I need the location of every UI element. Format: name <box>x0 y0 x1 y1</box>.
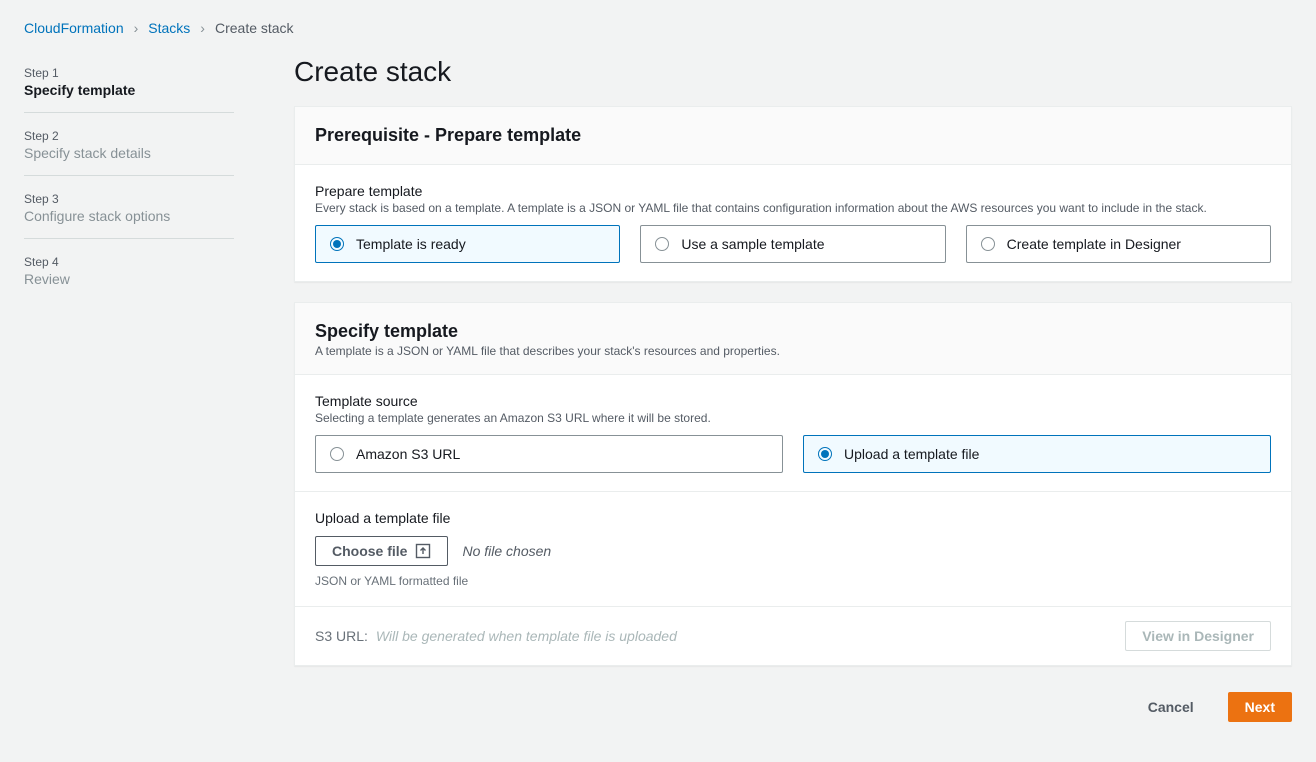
upload-label: Upload a template file <box>315 510 1271 526</box>
s3-url-label: S3 URL: <box>315 628 368 644</box>
file-format-hint: JSON or YAML formatted file <box>315 574 1271 588</box>
breadcrumb-current: Create stack <box>215 20 294 36</box>
breadcrumb-cloudformation[interactable]: CloudFormation <box>24 20 124 36</box>
tile-template-ready[interactable]: Template is ready <box>315 225 620 263</box>
tile-designer[interactable]: Create template in Designer <box>966 225 1271 263</box>
specify-sub: A template is a JSON or YAML file that d… <box>315 344 1271 358</box>
wizard-nav: Step 1 Specify template Step 2 Specify s… <box>24 56 234 742</box>
upload-icon <box>415 543 431 559</box>
specify-heading: Specify template <box>315 321 1271 342</box>
panel-specify-template: Specify template A template is a JSON or… <box>294 302 1292 666</box>
choose-file-label: Choose file <box>332 543 407 559</box>
next-button[interactable]: Next <box>1228 692 1292 722</box>
wizard-step-title: Review <box>24 271 234 287</box>
no-file-chosen: No file chosen <box>462 543 551 559</box>
tile-upload-file[interactable]: Upload a template file <box>803 435 1271 473</box>
page-actions: Cancel Next <box>294 686 1292 742</box>
s3-url-value: Will be generated when template file is … <box>376 628 677 644</box>
wizard-step-num: Step 1 <box>24 66 234 80</box>
wizard-step-title: Configure stack options <box>24 208 234 224</box>
prepare-template-desc: Every stack is based on a template. A te… <box>315 201 1271 215</box>
wizard-step-num: Step 3 <box>24 192 234 206</box>
wizard-step-num: Step 2 <box>24 129 234 143</box>
s3-url-row: S3 URL: Will be generated when template … <box>315 628 677 644</box>
template-source-desc: Selecting a template generates an Amazon… <box>315 411 1271 425</box>
radio-icon <box>981 237 995 251</box>
wizard-step-4[interactable]: Step 4 Review <box>24 249 234 301</box>
tile-sample-template[interactable]: Use a sample template <box>640 225 945 263</box>
wizard-step-1[interactable]: Step 1 Specify template <box>24 60 234 113</box>
choose-file-button[interactable]: Choose file <box>315 536 448 566</box>
prepare-template-label: Prepare template <box>315 183 1271 199</box>
wizard-step-2[interactable]: Step 2 Specify stack details <box>24 123 234 176</box>
tile-label: Use a sample template <box>681 236 824 252</box>
radio-icon <box>818 447 832 461</box>
tile-label: Template is ready <box>356 236 466 252</box>
divider <box>295 491 1291 492</box>
template-source-label: Template source <box>315 393 1271 409</box>
radio-icon <box>655 237 669 251</box>
wizard-step-num: Step 4 <box>24 255 234 269</box>
wizard-step-title: Specify template <box>24 82 234 98</box>
wizard-step-3[interactable]: Step 3 Configure stack options <box>24 186 234 239</box>
main-content: Create stack Prerequisite - Prepare temp… <box>294 56 1292 742</box>
panel-prerequisite: Prerequisite - Prepare template Prepare … <box>294 106 1292 282</box>
cancel-button[interactable]: Cancel <box>1132 692 1210 722</box>
chevron-right-icon: › <box>134 20 139 36</box>
breadcrumb: CloudFormation › Stacks › Create stack <box>24 20 1292 36</box>
chevron-right-icon: › <box>200 20 205 36</box>
tile-s3-url[interactable]: Amazon S3 URL <box>315 435 783 473</box>
radio-icon <box>330 447 344 461</box>
page-title: Create stack <box>294 56 1292 88</box>
radio-icon <box>330 237 344 251</box>
template-source-options: Amazon S3 URL Upload a template file <box>315 435 1271 473</box>
tile-label: Create template in Designer <box>1007 236 1181 252</box>
view-in-designer-button[interactable]: View in Designer <box>1125 621 1271 651</box>
prereq-heading: Prerequisite - Prepare template <box>315 125 1271 146</box>
breadcrumb-stacks[interactable]: Stacks <box>148 20 190 36</box>
tile-label: Amazon S3 URL <box>356 446 460 462</box>
prepare-template-options: Template is ready Use a sample template … <box>315 225 1271 263</box>
tile-label: Upload a template file <box>844 446 979 462</box>
wizard-step-title: Specify stack details <box>24 145 234 161</box>
